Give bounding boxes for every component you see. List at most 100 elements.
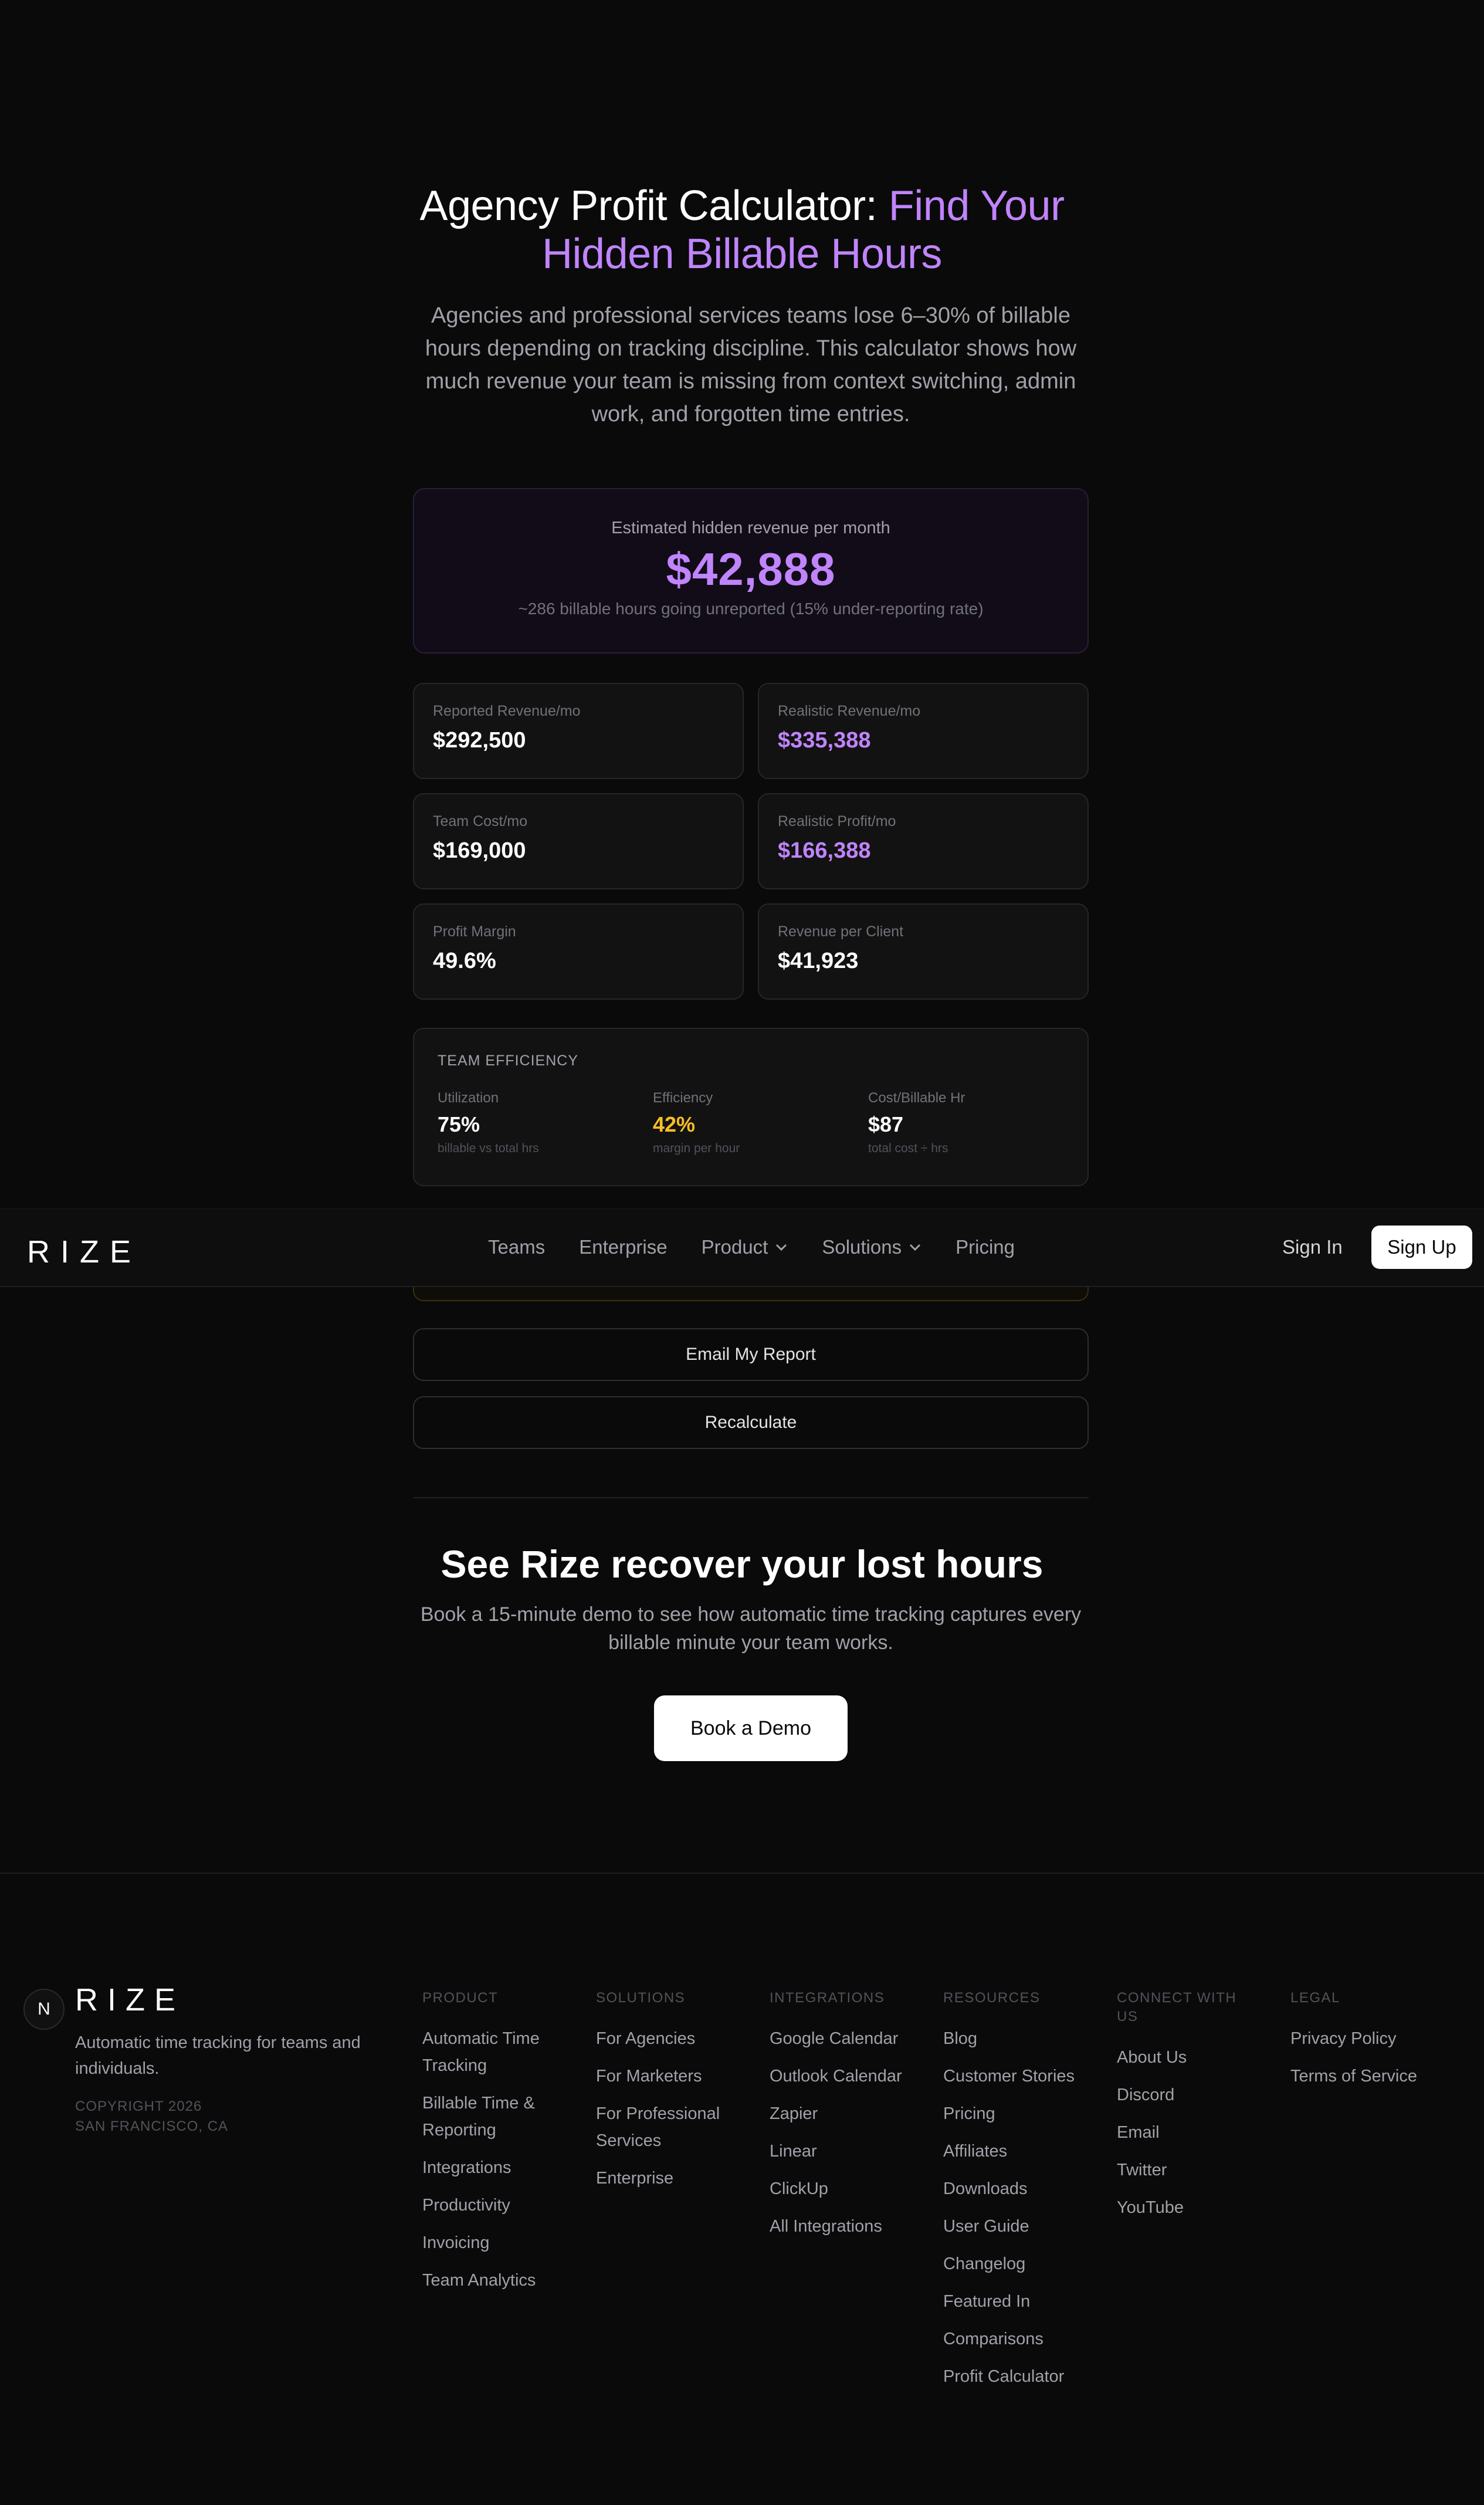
page-title: Agency Profit Calculator: Find Your Hidd… [0,182,1484,278]
footer-col-heading: PRODUCT [422,1990,499,2006]
footer-link[interactable]: Privacy Policy [1290,2025,1443,2052]
top-navbar: RIZE Teams Enterprise Product Solutions … [0,1209,1484,1287]
recalculate-button[interactable]: Recalculate [413,1396,1089,1449]
footer-link[interactable]: Downloads [943,2175,1096,2202]
stat-label: Realistic Revenue/mo [778,703,921,719]
footer-link[interactable]: Integrations [422,2154,575,2181]
footer-link[interactable]: Enterprise [596,2165,748,2192]
footer-link[interactable]: Twitter [1117,2157,1246,2184]
stat-value: 49.6% [433,949,496,973]
stat-card-revenue-per-client: Revenue per Client $41,923 [758,903,1089,1000]
footer-col-heading: LEGAL [1290,1990,1340,2006]
footer-link[interactable]: Email [1117,2119,1246,2146]
hidden-revenue-label: Estimated hidden revenue per month [611,519,890,537]
footer-link[interactable]: Linear [770,2138,922,2165]
nav-link-label: Enterprise [579,1236,668,1258]
footer-col-heading: RESOURCES [943,1990,1041,2006]
hidden-revenue-note: ~286 billable hours going unreported (15… [518,600,984,618]
nav-link-label: Teams [488,1236,546,1258]
footer-link[interactable]: Terms of Service [1290,2063,1443,2090]
team-efficiency-card: TEAM EFFICIENCY Utilization 75% billable… [413,1028,1089,1186]
stat-card-team-cost: Team Cost/mo $169,000 [413,793,744,889]
footer-link[interactable]: Comparisons [943,2325,1096,2352]
footer-link[interactable]: Team Analytics [422,2267,575,2294]
stat-value: $292,500 [433,728,526,753]
team-efficiency-title: TEAM EFFICIENCY [438,1052,579,1069]
footer-link[interactable]: For Professional Services [596,2100,748,2154]
footer-link[interactable]: Automatic Time Tracking [422,2025,575,2079]
nav-link-label: Solutions [822,1236,902,1258]
section-divider [413,1497,1089,1498]
footer-col-connect: CONNECT WITH US About Us Discord Email T… [1117,1989,1246,2232]
footer-link[interactable]: Zapier [770,2100,922,2127]
efficiency-value: 42% [653,1112,696,1136]
efficiency-cost-per-hour: Cost/Billable Hr $87 total cost ÷ hrs [868,1090,1079,1156]
chevron-down-icon [909,1240,921,1255]
n-badge-icon[interactable]: N [23,1989,65,2030]
footer-col-integrations: INTEGRATIONS Google Calendar Outlook Cal… [770,1989,922,2250]
footer-link[interactable]: Blog [943,2025,1096,2052]
footer-link[interactable]: About Us [1117,2044,1246,2071]
hidden-revenue-value: $42,888 [666,543,836,595]
footer-link[interactable]: Discord [1117,2081,1246,2108]
footer-link[interactable]: For Agencies [596,2025,748,2052]
efficiency-sub: total cost ÷ hrs [868,1142,948,1155]
footer-link[interactable]: Changelog [943,2250,1096,2277]
footer-link[interactable]: For Marketers [596,2063,748,2090]
nav-link-solutions[interactable]: Solutions [822,1236,921,1258]
footer-link[interactable]: Affiliates [943,2138,1096,2165]
footer-link[interactable]: Productivity [422,2192,575,2219]
footer-link[interactable]: YouTube [1117,2194,1246,2221]
email-report-button[interactable]: Email My Report [413,1328,1089,1381]
stat-card-realistic-revenue: Realistic Revenue/mo $335,388 [758,683,1089,779]
footer-col-resources: RESOURCES Blog Customer Stories Pricing … [943,1989,1096,2401]
footer-link[interactable]: Invoicing [422,2229,575,2256]
stat-label: Revenue per Client [778,923,904,940]
nav-link-label: Product [701,1236,768,1258]
nav-link-pricing[interactable]: Pricing [956,1236,1015,1258]
page-subtitle: Agencies and professional services teams… [425,303,1077,426]
stat-value: $335,388 [778,728,871,753]
chevron-down-icon [775,1240,788,1255]
footer-link[interactable]: All Integrations [770,2213,922,2240]
efficiency-label: Cost/Billable Hr [868,1090,965,1106]
footer-link[interactable]: Billable Time & Reporting [422,2090,575,2144]
hidden-revenue-card: Estimated hidden revenue per month $42,8… [413,488,1089,654]
footer-link[interactable]: Pricing [943,2100,1096,2127]
efficiency-utilization: Utilization 75% billable vs total hrs [438,1090,649,1156]
footer-link[interactable]: Featured In [943,2288,1096,2315]
book-demo-button[interactable]: Book a Demo [654,1695,848,1761]
efficiency-value: 75% [438,1112,480,1136]
stat-label: Reported Revenue/mo [433,703,581,719]
footer-link[interactable]: ClickUp [770,2175,922,2202]
copyright-text: COPYRIGHT 2026 [75,2098,202,2114]
nav-link-enterprise[interactable]: Enterprise [579,1236,667,1258]
footer-link[interactable]: Customer Stories [943,2063,1096,2090]
title-part1: Agency Profit Calculator: [419,182,889,229]
footer-logo: RIZE [75,1982,185,2017]
footer-tagline: Automatic time tracking for teams and in… [75,2033,361,2078]
efficiency-value: $87 [868,1112,904,1136]
cta-title: See Rize recover your lost hours [441,1542,1043,1586]
footer-link[interactable]: User Guide [943,2213,1096,2240]
nav-link-product[interactable]: Product [702,1236,788,1258]
stat-label: Realistic Profit/mo [778,813,896,830]
title-accent-line2: Hidden Billable Hours [542,231,942,277]
footer-copyright: COPYRIGHT 2026 SAN FRANCISCO, CA [75,2097,228,2137]
stat-card-realistic-profit: Realistic Profit/mo $166,388 [758,793,1089,889]
rize-logo[interactable]: RIZE [27,1234,141,1270]
stat-value: $169,000 [433,838,526,863]
footer-col-heading: CONNECT WITH US [1117,1990,1237,2025]
sign-up-button[interactable]: Sign Up [1371,1226,1472,1269]
footer-divider [0,1873,1484,1874]
footer-link[interactable]: Profit Calculator [943,2363,1096,2390]
stat-label: Profit Margin [433,923,516,940]
footer-link[interactable]: Outlook Calendar [770,2063,922,2090]
efficiency-sub: billable vs total hrs [438,1142,539,1155]
sign-in-link[interactable]: Sign In [1282,1236,1343,1258]
nav-link-teams[interactable]: Teams [488,1236,545,1258]
footer-link[interactable]: Google Calendar [770,2025,922,2052]
title-accent-line1: Find Your [888,182,1065,229]
footer-col-heading: SOLUTIONS [596,1990,686,2006]
cta-subtitle: Book a 15-minute demo to see how automat… [420,1603,1082,1654]
